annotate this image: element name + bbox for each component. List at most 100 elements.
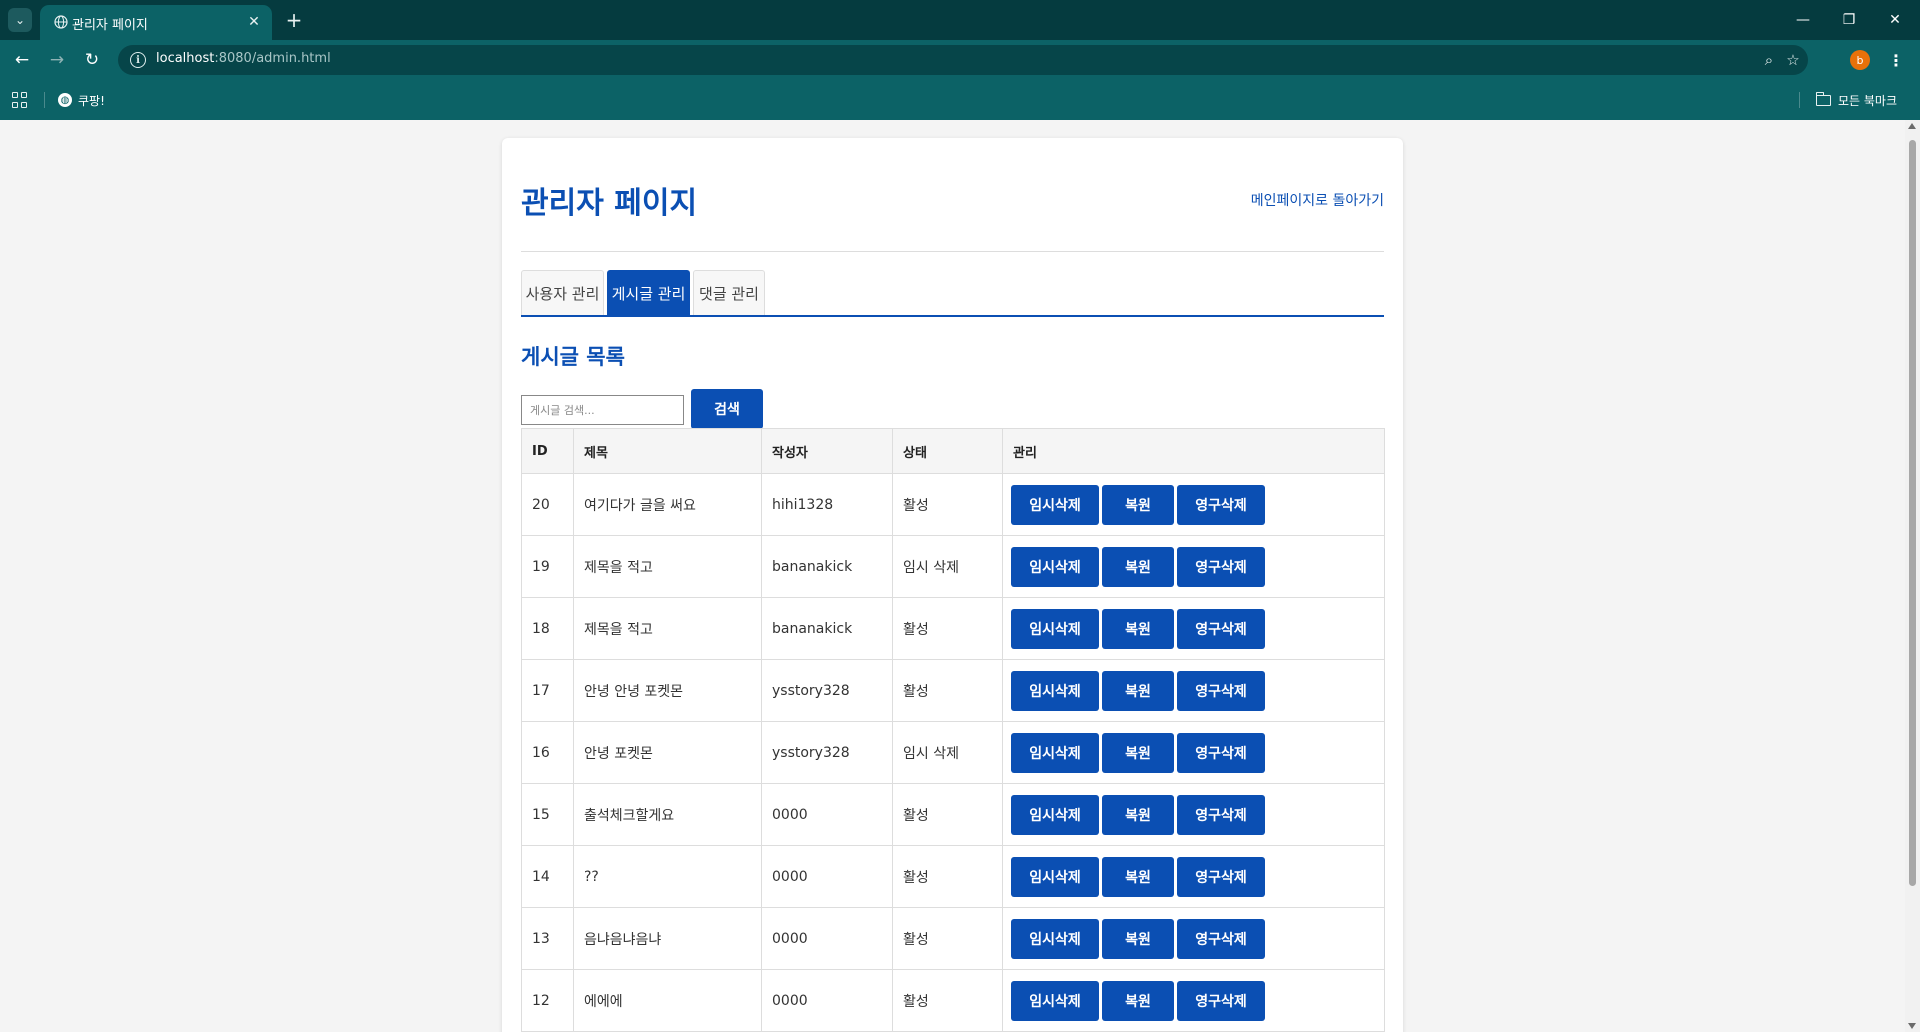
all-bookmarks-label: 모든 북마크 (1838, 93, 1898, 108)
header-actions: 관리 (1002, 428, 1385, 474)
table-row: 15 출석체크할게요 0000 활성 임시삭제 복원 영구삭제 (521, 783, 1385, 846)
bookmarks-bar: ◍ 쿠팡! 모든 북마크 (0, 80, 1920, 120)
close-icon[interactable]: ✕ (244, 12, 264, 32)
posts-table: ID 제목 작성자 상태 관리 20 여기다가 글을 써요 hihi1328 활성 임시… (521, 428, 1385, 1032)
cell-actions: 임시삭제 복원 영구삭제 (1002, 473, 1385, 536)
table-row: 14?? 0000 활성 임시삭제 복원 영구삭제 (521, 845, 1385, 908)
soft-delete-button[interactable]: 임시삭제 (1011, 856, 1099, 897)
soft-delete-button[interactable]: 임시삭제 (1011, 670, 1099, 711)
soft-delete-button[interactable]: 임시삭제 (1011, 794, 1099, 835)
restore-button[interactable]: 복원 (1102, 732, 1174, 773)
header-status: 상태 (892, 428, 1003, 474)
table-row: 17 안녕 안녕 포켓몬 ysstory328 활성 임시삭제 복원 영구삭제 (521, 659, 1385, 722)
table-row: 13 음냐음냐음냐 0000 활성 임시삭제 복원 영구삭제 (521, 907, 1385, 970)
table-body: 20 여기다가 글을 써요 hihi1328 활성 임시삭제 복원 영구삭제 19 제목을 적고… (521, 473, 1385, 1032)
minimize-icon[interactable]: — (1780, 0, 1826, 40)
scroll-down-arrow-icon[interactable] (1908, 1023, 1916, 1029)
cell-actions: 임시삭제 복원 영구삭제 (1002, 783, 1385, 846)
cell-id: 19 (521, 535, 574, 598)
forward-arrow-icon[interactable]: → (43, 46, 71, 74)
soft-delete-button[interactable]: 임시삭제 (1011, 918, 1099, 959)
restore-button[interactable]: 복원 (1102, 794, 1174, 835)
hard-delete-button[interactable]: 영구삭제 (1177, 670, 1265, 711)
soft-delete-button[interactable]: 임시삭제 (1011, 608, 1099, 649)
soft-delete-button[interactable]: 임시삭제 (1011, 484, 1099, 525)
scrollbar-thumb[interactable] (1909, 140, 1916, 886)
hard-delete-button[interactable]: 영구삭제 (1177, 608, 1265, 649)
back-to-main-link[interactable]: 메인페이지로 돌아가기 (1251, 190, 1384, 210)
restore-button[interactable]: 복원 (1102, 608, 1174, 649)
hard-delete-button[interactable]: 영구삭제 (1177, 484, 1265, 525)
tab-search-chevron-icon[interactable]: ⌄ (8, 8, 32, 32)
bookmark-star-icon[interactable]: ☆ (1782, 49, 1804, 71)
table-row: 19 제목을 적고 bananakick 임시 삭제 임시삭제 복원 영구삭제 (521, 535, 1385, 598)
bookmark-coupang[interactable]: ◍ 쿠팡! (58, 90, 105, 110)
restore-button[interactable]: 복원 (1102, 918, 1174, 959)
tab-comment-management[interactable]: 댓글 관리 (693, 270, 765, 315)
window-close-icon[interactable]: ✕ (1872, 0, 1918, 40)
apps-grid-icon[interactable] (12, 92, 28, 108)
soft-delete-button[interactable]: 임시삭제 (1011, 732, 1099, 773)
browser-toolbar: ← → ↻ i localhost:8080/admin.html ⌕ ☆ b … (0, 40, 1920, 80)
scroll-up-arrow-icon[interactable] (1908, 123, 1916, 129)
cell-title: 음냐음냐음냐 (573, 907, 762, 970)
hard-delete-button[interactable]: 영구삭제 (1177, 980, 1265, 1021)
back-arrow-icon[interactable]: ← (8, 46, 36, 74)
post-search-input[interactable] (521, 395, 684, 425)
table-header-row: ID 제목 작성자 상태 관리 (521, 428, 1385, 474)
page-viewport: 관리자 페이지 메인페이지로 돌아가기 사용자 관리 게시글 관리 댓글 관리 … (0, 120, 1905, 1032)
bookmarks-divider (44, 92, 45, 108)
hard-delete-button[interactable]: 영구삭제 (1177, 856, 1265, 897)
admin-container: 관리자 페이지 메인페이지로 돌아가기 사용자 관리 게시글 관리 댓글 관리 … (502, 138, 1403, 1032)
cell-actions: 임시삭제 복원 영구삭제 (1002, 845, 1385, 908)
plus-icon[interactable]: + (282, 8, 306, 32)
restore-icon[interactable]: ❐ (1826, 0, 1872, 40)
cell-author: 0000 (761, 969, 893, 1032)
table-row: 16 안녕 포켓몬 ysstory328 임시 삭제 임시삭제 복원 영구삭제 (521, 721, 1385, 784)
restore-button[interactable]: 복원 (1102, 980, 1174, 1021)
cell-title: 안녕 안녕 포켓몬 (573, 659, 762, 722)
cell-status: 임시 삭제 (892, 535, 1003, 598)
cell-status: 활성 (892, 907, 1003, 970)
restore-button[interactable]: 복원 (1102, 856, 1174, 897)
tab-post-management[interactable]: 게시글 관리 (607, 270, 690, 315)
search-button[interactable]: 검색 (691, 389, 763, 429)
table-row: 18 제목을 적고 bananakick 활성 임시삭제 복원 영구삭제 (521, 597, 1385, 660)
vertical-scrollbar[interactable] (1905, 120, 1920, 1032)
hard-delete-button[interactable]: 영구삭제 (1177, 918, 1265, 959)
section-title: 게시글 목록 (521, 345, 625, 369)
url-text: localhost:8080/admin.html (156, 51, 331, 66)
cell-author: 0000 (761, 907, 893, 970)
hard-delete-button[interactable]: 영구삭제 (1177, 794, 1265, 835)
cell-actions: 임시삭제 복원 영구삭제 (1002, 659, 1385, 722)
header-title: 제목 (573, 428, 762, 474)
cell-author: 0000 (761, 783, 893, 846)
cell-author: bananakick (761, 597, 893, 660)
table-row: 12 에에에 0000 활성 임시삭제 복원 영구삭제 (521, 969, 1385, 1032)
browser-titlebar: ⌄ 관리자 페이지 ✕ + — ❐ ✕ (0, 0, 1920, 40)
kebab-menu-icon[interactable]: ⋮ (1884, 48, 1908, 72)
admin-tabs: 사용자 관리 게시글 관리 댓글 관리 (521, 270, 1384, 317)
zoom-icon[interactable]: ⌕ (1758, 49, 1780, 71)
reload-icon[interactable]: ↻ (78, 46, 106, 74)
browser-tab[interactable]: 관리자 페이지 ✕ (40, 5, 272, 40)
cell-author: ysstory328 (761, 659, 893, 722)
tab-user-management[interactable]: 사용자 관리 (521, 270, 604, 315)
site-info-icon[interactable]: i (130, 52, 146, 68)
cell-status: 활성 (892, 969, 1003, 1032)
profile-avatar[interactable]: b (1850, 50, 1870, 70)
cell-author: bananakick (761, 535, 893, 598)
restore-button[interactable]: 복원 (1102, 546, 1174, 587)
cell-status: 활성 (892, 783, 1003, 846)
header-id: ID (521, 428, 574, 474)
hard-delete-button[interactable]: 영구삭제 (1177, 546, 1265, 587)
cell-id: 14 (521, 845, 574, 908)
soft-delete-button[interactable]: 임시삭제 (1011, 980, 1099, 1021)
restore-button[interactable]: 복원 (1102, 484, 1174, 525)
soft-delete-button[interactable]: 임시삭제 (1011, 546, 1099, 587)
hard-delete-button[interactable]: 영구삭제 (1177, 732, 1265, 773)
all-bookmarks-folder[interactable]: 모든 북마크 (1815, 90, 1898, 110)
address-bar[interactable]: i localhost:8080/admin.html ⌕ ☆ (118, 45, 1808, 75)
cell-author: ysstory328 (761, 721, 893, 784)
restore-button[interactable]: 복원 (1102, 670, 1174, 711)
